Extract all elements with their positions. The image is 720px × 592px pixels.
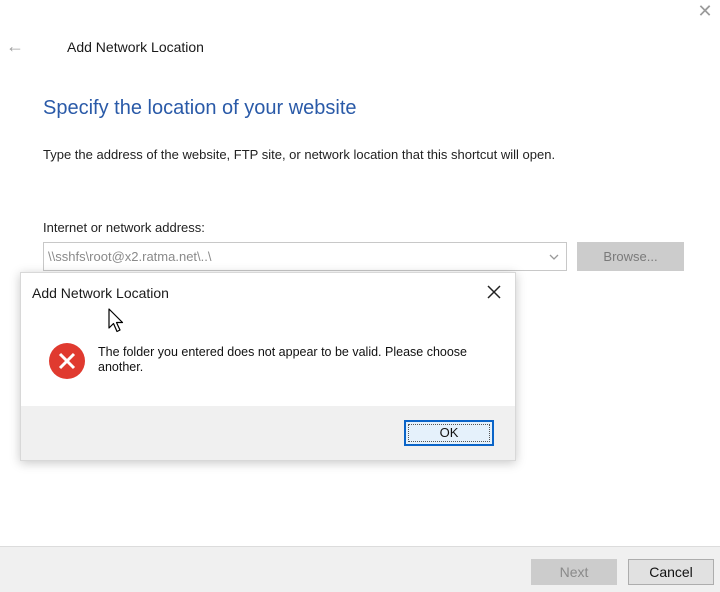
- page-heading: Specify the location of your website: [43, 97, 357, 119]
- close-icon[interactable]: [485, 283, 503, 301]
- next-button[interactable]: Next: [531, 559, 617, 585]
- wizard-title: Add Network Location: [67, 39, 204, 55]
- address-combobox[interactable]: \\sshfs\root@x2.ratma.net\..\: [43, 242, 567, 271]
- dialog-title: Add Network Location: [32, 285, 169, 301]
- back-arrow-icon[interactable]: ←: [6, 36, 26, 56]
- ok-button[interactable]: OK: [404, 420, 494, 446]
- error-icon: [49, 343, 85, 379]
- browse-button[interactable]: Browse...: [577, 242, 684, 271]
- error-dialog: Add Network Location The folder you ente…: [20, 272, 516, 461]
- address-value[interactable]: \\sshfs\root@x2.ratma.net\..\: [48, 249, 211, 264]
- mouse-pointer-icon: [108, 308, 124, 333]
- window-close-icon[interactable]: ✕: [696, 2, 714, 20]
- chevron-down-icon[interactable]: [548, 251, 560, 263]
- address-label: Internet or network address:: [43, 220, 205, 235]
- cancel-button[interactable]: Cancel: [628, 559, 714, 585]
- instructions-text: Type the address of the website, FTP sit…: [43, 147, 556, 162]
- dialog-message: The folder you entered does not appear t…: [98, 345, 468, 374]
- ok-button-label: OK: [439, 425, 459, 440]
